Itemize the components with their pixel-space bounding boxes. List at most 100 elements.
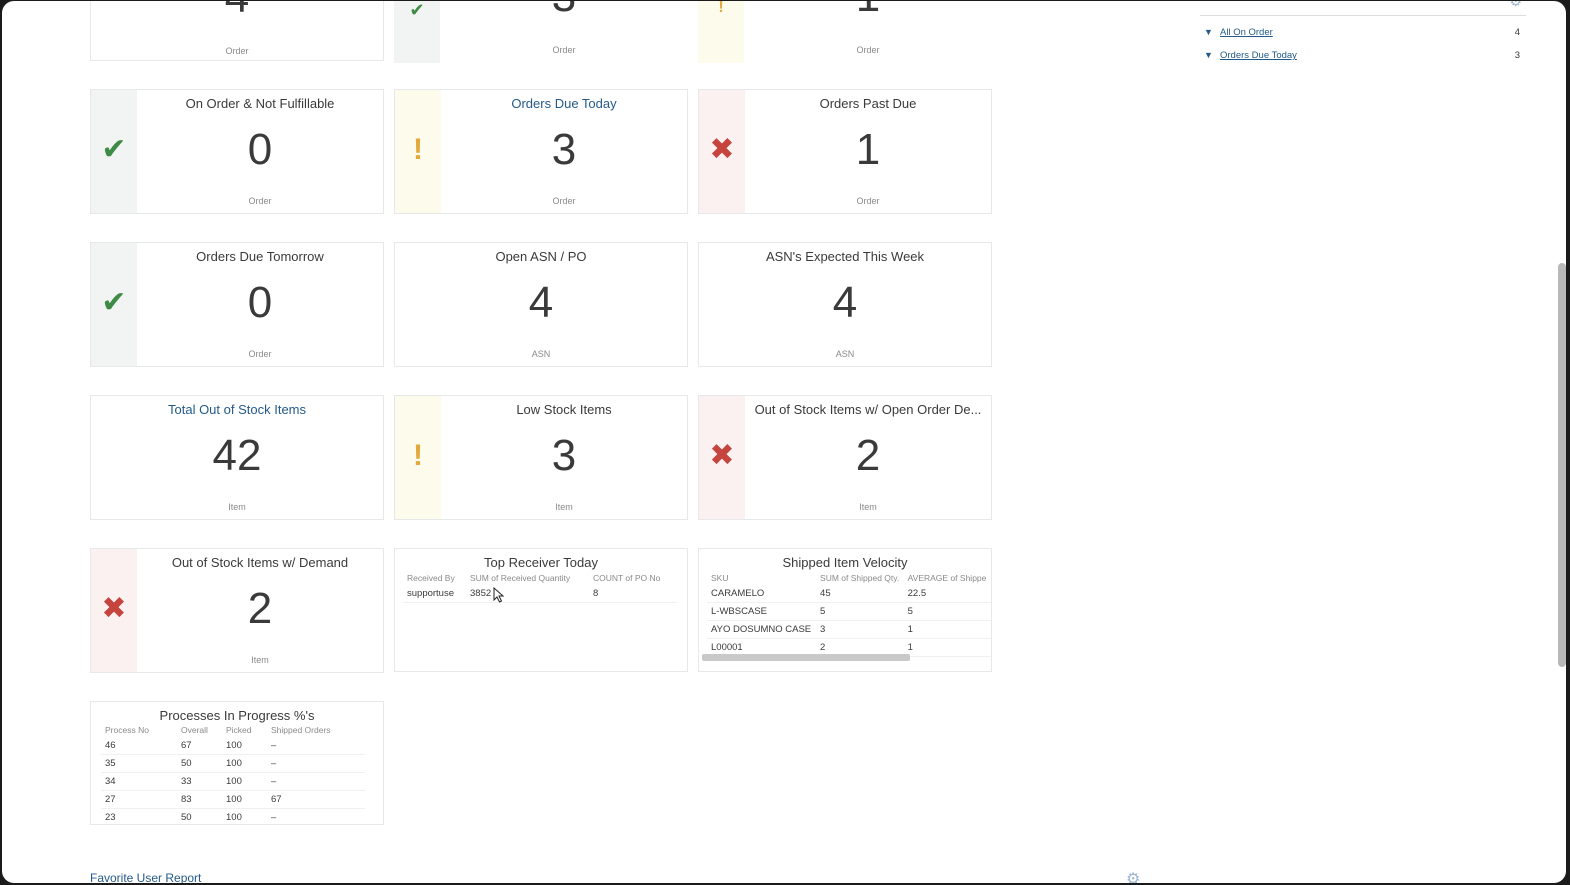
table-cell: 67	[177, 737, 222, 755]
tile-number: 0	[247, 278, 273, 327]
tile-unit: Item	[555, 502, 573, 512]
table-row[interactable]: L-WBSCASE 5 5	[707, 602, 991, 621]
column-header: SKU	[711, 573, 729, 583]
tile-title: Orders Past Due	[819, 96, 917, 111]
tile-low-stock-items[interactable]: ! Low Stock Items 3 Item	[394, 395, 688, 520]
table-cell: 23	[101, 808, 177, 824]
tile-top-2[interactable]: ✔ 3 Order	[394, 1, 688, 63]
status-stripe: ✖	[91, 549, 137, 672]
tile-title: On Order & Not Fulfillable	[185, 96, 335, 111]
filter-link[interactable]: All On Order	[1220, 27, 1273, 38]
column-header: SUM of Shipped Qty.	[820, 573, 900, 583]
status-stripe: ✔	[91, 90, 137, 213]
mouse-cursor-icon	[493, 587, 505, 603]
tile-orders-due-today[interactable]: ! Orders Due Today 3 Order	[394, 89, 688, 214]
tile-asns-expected-this-week[interactable]: ASN's Expected This Week 4 ASN	[698, 242, 992, 367]
tile-number: 2	[247, 584, 273, 633]
table-row[interactable]: 46 67 100 –	[101, 737, 365, 755]
tile-top-1[interactable]: 4 Order	[90, 1, 384, 61]
status-stripe: !	[698, 1, 744, 63]
table-cell: 50	[177, 754, 222, 773]
favorite-user-report-heading: Favorite User Report	[90, 871, 202, 883]
horizontal-scrollbar[interactable]	[702, 654, 910, 661]
tile-title: Out of Stock Items w/ Demand	[171, 555, 349, 570]
table-cell: 27	[101, 790, 177, 809]
table-cell: 100	[222, 772, 267, 791]
widget-title: Shipped Item Velocity	[782, 555, 908, 570]
tile-unit: Order	[225, 46, 249, 56]
tile-out-of-stock-with-demand[interactable]: ✖ Out of Stock Items w/ Demand 2 Item	[90, 548, 384, 673]
status-stripe: ✔	[394, 1, 440, 63]
table-cell: 46	[101, 737, 177, 755]
table-row[interactable]: 23 50 100 –	[101, 808, 365, 824]
tile-unit: Order	[856, 45, 880, 55]
column-header: Overall	[181, 725, 208, 735]
table-cell: L-WBSCASE	[707, 602, 817, 621]
tile-number: 3	[551, 125, 577, 174]
tile-title[interactable]: Total Out of Stock Items	[91, 402, 383, 417]
tile-unit: Order	[552, 45, 576, 55]
tile-orders-due-tomorrow[interactable]: ✔ Orders Due Tomorrow 0 Order	[90, 242, 384, 367]
table-cell: 100	[222, 808, 267, 824]
table-cell: 33	[177, 772, 222, 791]
tile-orders-past-due[interactable]: ✖ Orders Past Due 1 Order	[698, 89, 992, 214]
top-receiver-table: Received By SUM of Received Quantity COU…	[403, 571, 677, 603]
favorite-smart-filters-panel: ⚙ ▼ All On Order 4 ▼ Orders Due Today 3	[1200, 1, 1526, 61]
tile-out-of-stock-open-order[interactable]: ✖ Out of Stock Items w/ Open Order De...…	[698, 395, 992, 520]
tile-number: 4	[832, 278, 858, 327]
column-header: Shipped Orders	[271, 725, 331, 735]
page-scrollbar[interactable]	[1558, 263, 1566, 667]
table-cell: supportuse	[403, 585, 466, 603]
status-stripe: !	[395, 90, 441, 213]
filter-count: 4	[1514, 27, 1520, 38]
table-cell: 83	[177, 790, 222, 809]
exclamation-icon: !	[413, 133, 423, 166]
tile-number: 42	[212, 431, 262, 480]
status-stripe: !	[395, 396, 441, 519]
tile-number: 2	[855, 431, 881, 480]
panel-header: ⚙	[1200, 1, 1526, 16]
gear-icon[interactable]: ⚙	[1509, 1, 1522, 10]
filter-item-all-on-order[interactable]: ▼ All On Order 4	[1200, 26, 1526, 42]
processes-in-progress-widget[interactable]: Processes In Progress %'s Process No Ove…	[90, 701, 384, 825]
table-cell: 100	[222, 754, 267, 773]
table-row[interactable]: 34 33 100 –	[101, 772, 365, 791]
table-row[interactable]: CARAMELO 45 22.5	[707, 585, 991, 603]
table-cell: AYO DOSUMNO CASE	[707, 620, 817, 639]
cross-icon: ✖	[101, 592, 127, 625]
funnel-icon: ▼	[1204, 50, 1213, 60]
table-row[interactable]: AYO DOSUMNO CASE 3 1	[707, 620, 991, 639]
shipped-velocity-table: SKU SUM of Shipped Qty. AVERAGE of Shipp…	[707, 571, 991, 657]
tile-total-out-of-stock[interactable]: Total Out of Stock Items 42 Item	[90, 395, 384, 520]
table-row[interactable]: 27 83 100 67	[101, 790, 365, 809]
tile-title[interactable]: Orders Due Today	[441, 96, 687, 111]
tile-top-3[interactable]: ! 1 Order	[698, 1, 992, 63]
cross-icon: ✖	[709, 133, 735, 166]
filter-item-orders-due-today[interactable]: ▼ Orders Due Today 3	[1200, 49, 1526, 65]
gear-icon[interactable]: ⚙	[1126, 869, 1140, 883]
top-receiver-widget[interactable]: Top Receiver Today Received By SUM of Re…	[394, 548, 688, 672]
table-cell: 45	[816, 585, 904, 603]
tile-unit: Order	[248, 196, 272, 206]
tile-unit: Order	[248, 349, 272, 359]
table-cell: –	[267, 754, 365, 773]
table-row[interactable]: supportuse 3852 8	[403, 585, 677, 603]
table-cell: 3	[816, 620, 904, 639]
column-header: Picked	[226, 725, 252, 735]
table-cell: 1	[903, 620, 991, 639]
table-row[interactable]: 35 50 100 –	[101, 754, 365, 773]
table-cell: 8	[589, 585, 677, 603]
tile-on-order-not-fulfillable[interactable]: ✔ On Order & Not Fulfillable 0 Order	[90, 89, 384, 214]
table-cell: 34	[101, 772, 177, 791]
check-icon: ✔	[101, 286, 127, 319]
column-header: AVERAGE of Shippe	[907, 573, 987, 583]
tile-open-asn-po[interactable]: Open ASN / PO 4 ASN	[394, 242, 688, 367]
check-icon: ✔	[101, 133, 127, 166]
exclamation-icon: !	[413, 439, 423, 472]
tile-unit: Item	[228, 502, 246, 512]
shipped-item-velocity-widget[interactable]: Shipped Item Velocity SKU SUM of Shipped…	[698, 548, 992, 672]
tile-number: 3	[440, 1, 688, 23]
status-stripe: ✖	[699, 396, 745, 519]
filter-link[interactable]: Orders Due Today	[1220, 50, 1297, 61]
tile-number: 0	[247, 125, 273, 174]
